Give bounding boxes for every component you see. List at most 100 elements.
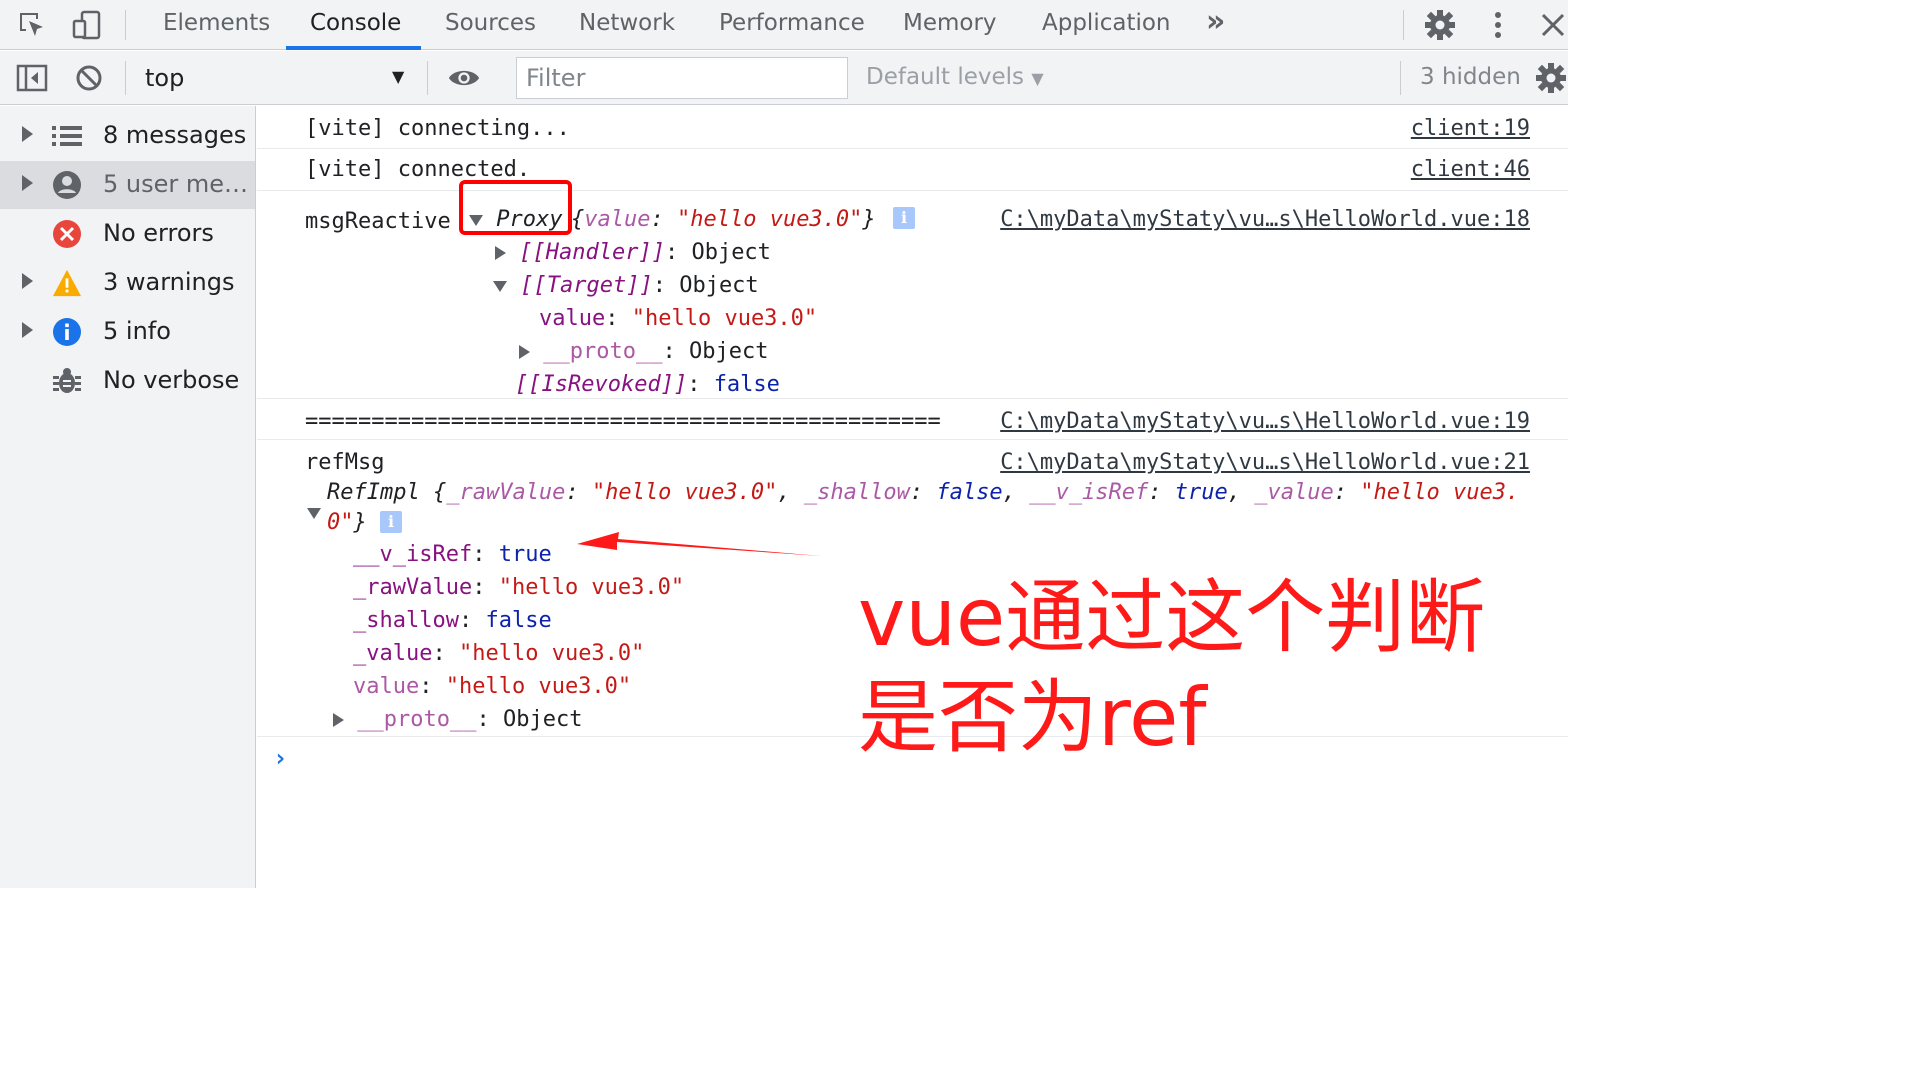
sidebar-item-label: 5 user messages [103, 170, 251, 198]
expand-arrow-icon[interactable] [333, 713, 344, 727]
expand-arrow-icon[interactable] [22, 126, 33, 142]
prop-value: Object [679, 273, 759, 298]
list-icon [52, 121, 82, 151]
source-link[interactable]: client:46 [1411, 157, 1530, 182]
message-label: msgReactive [305, 209, 451, 234]
toggle-sidebar-icon[interactable] [15, 61, 49, 95]
info-badge-icon[interactable]: i [893, 205, 915, 230]
context-dropdown-icon[interactable]: ▼ [392, 67, 404, 86]
bug-icon [52, 366, 82, 396]
expand-arrow-icon[interactable] [495, 246, 506, 260]
active-tab-indicator [286, 46, 421, 50]
tree-row-proto[interactable]: __proto__: Object [519, 339, 768, 364]
source-link[interactable]: client:19 [1411, 116, 1530, 141]
annotation-line-1: vue通过这个判断 [858, 571, 1486, 664]
console-message-proxy: msgReactive Proxy {value: "hello vue3.0"… [257, 180, 1568, 399]
divider [125, 61, 126, 95]
expand-arrow-icon[interactable] [22, 322, 33, 338]
tab-elements[interactable]: Elements [163, 0, 270, 50]
preview-value: "hello vue3. [1360, 480, 1520, 505]
warning-icon [52, 268, 82, 298]
refimpl-preview-line2: 0"} [327, 510, 367, 535]
live-expression-eye-icon[interactable] [447, 61, 481, 95]
tree-row-rawvalue: _rawValue: "hello vue3.0" [353, 575, 685, 600]
prop-key: _shallow [353, 608, 459, 633]
console-sidebar: 8 messages 5 user messages No errors 3 w… [0, 106, 256, 888]
filter-input[interactable] [516, 57, 848, 99]
collapse-arrow-icon[interactable] [493, 280, 507, 292]
tab-memory[interactable]: Memory [903, 0, 997, 50]
tree-row-target[interactable]: [[Target]]: Object [493, 273, 759, 298]
prop-key: [[Handler]] [519, 240, 665, 265]
tab-sources[interactable]: Sources [445, 0, 536, 50]
close-icon[interactable] [1536, 8, 1570, 42]
sidebar-item-label: No errors [103, 219, 214, 247]
preview-key: value [584, 207, 651, 232]
preview-value: false [936, 480, 1003, 505]
context-selector[interactable]: top [145, 64, 184, 92]
refimpl-preview-line1[interactable]: RefImpl {_rawValue: "hello vue3.0", _sha… [327, 480, 1519, 505]
sidebar-item-label: 3 warnings [103, 268, 235, 296]
collapse-arrow-icon[interactable] [307, 500, 321, 525]
sidebar-item-user-messages[interactable]: 5 user messages [0, 161, 255, 209]
tab-network[interactable]: Network [579, 0, 675, 50]
console-prompt-icon[interactable]: › [273, 744, 287, 772]
tree-row-value-private: _value: "hello vue3.0" [353, 641, 645, 666]
more-tabs-button[interactable]: » [1206, 4, 1225, 39]
expand-arrow-icon[interactable] [22, 175, 33, 191]
tab-performance[interactable]: Performance [719, 0, 865, 50]
user-icon [52, 170, 82, 200]
preview-value: "hello vue3.0" [591, 480, 778, 505]
divider [1403, 10, 1404, 40]
tab-console[interactable]: Console [310, 0, 401, 50]
device-toolbar-icon[interactable] [70, 8, 104, 42]
hidden-count-label: 3 hidden [1420, 64, 1521, 90]
divider [427, 61, 428, 95]
tree-row-handler[interactable]: [[Handler]]: Object [495, 240, 771, 265]
message-text: [vite] connected. [305, 157, 531, 182]
sidebar-item-warnings[interactable]: 3 warnings [0, 259, 255, 307]
info-badge-icon[interactable]: i [380, 509, 402, 534]
prop-key: value [353, 674, 420, 699]
source-link[interactable]: C:\myData\myStaty\vu…s\HelloWorld.vue:19 [1000, 409, 1530, 434]
clear-console-icon[interactable] [72, 61, 106, 95]
tree-row-shallow: _shallow: false [353, 608, 552, 633]
prop-value: true [498, 542, 552, 567]
annotation-line-2: 是否为ref [858, 671, 1207, 764]
prop-value: Object [688, 339, 769, 364]
console-toolbar: top ▼ Default levels ▼ 3 hidden [0, 51, 1568, 105]
tree-row-revoked: [[IsRevoked]]: false [515, 372, 780, 397]
expand-arrow-icon[interactable] [22, 273, 33, 289]
preview-value: true [1174, 480, 1228, 505]
prop-value: false [713, 372, 780, 397]
more-options-icon[interactable] [1481, 8, 1515, 42]
prop-key: __proto__ [543, 339, 663, 364]
preview-key: _rawValue [446, 480, 566, 505]
sidebar-item-messages[interactable]: 8 messages [0, 112, 255, 160]
sidebar-item-label: 5 info [103, 317, 171, 345]
prop-value: "hello vue3.0" [498, 575, 685, 600]
preview-key: _value [1254, 480, 1334, 505]
tree-row-proto[interactable]: __proto__: Object [333, 707, 582, 732]
log-levels-dropdown[interactable]: Default levels ▼ [866, 64, 1044, 90]
sidebar-item-info[interactable]: 5 info [0, 308, 255, 356]
annotation-text: vue通过这个判断 是否为ref [858, 568, 1558, 768]
inspect-element-icon[interactable] [15, 8, 49, 42]
prop-key: __v_isRef [353, 542, 473, 567]
source-link[interactable]: C:\myData\myStaty\vu…s\HelloWorld.vue:21 [1000, 450, 1530, 475]
divider [125, 10, 126, 40]
class-name: RefImpl [327, 480, 420, 505]
message-label: refMsg [305, 450, 385, 475]
sidebar-item-errors[interactable]: No errors [0, 210, 255, 258]
prop-key: [[IsRevoked]] [515, 372, 688, 397]
tree-row-v-isref: __v_isRef: true [353, 542, 552, 567]
source-link[interactable]: C:\myData\myStaty\vu…s\HelloWorld.vue:18 [1000, 207, 1530, 232]
console-settings-gear-icon[interactable] [1534, 61, 1568, 95]
sidebar-item-label: 8 messages [103, 121, 247, 149]
settings-gear-icon[interactable] [1423, 8, 1457, 42]
annotation-arrow [577, 532, 821, 556]
sidebar-item-verbose[interactable]: No verbose [0, 357, 255, 405]
expand-arrow-icon[interactable] [519, 345, 530, 359]
prop-value: "hello vue3.0" [631, 306, 818, 331]
tab-application[interactable]: Application [1042, 0, 1171, 50]
